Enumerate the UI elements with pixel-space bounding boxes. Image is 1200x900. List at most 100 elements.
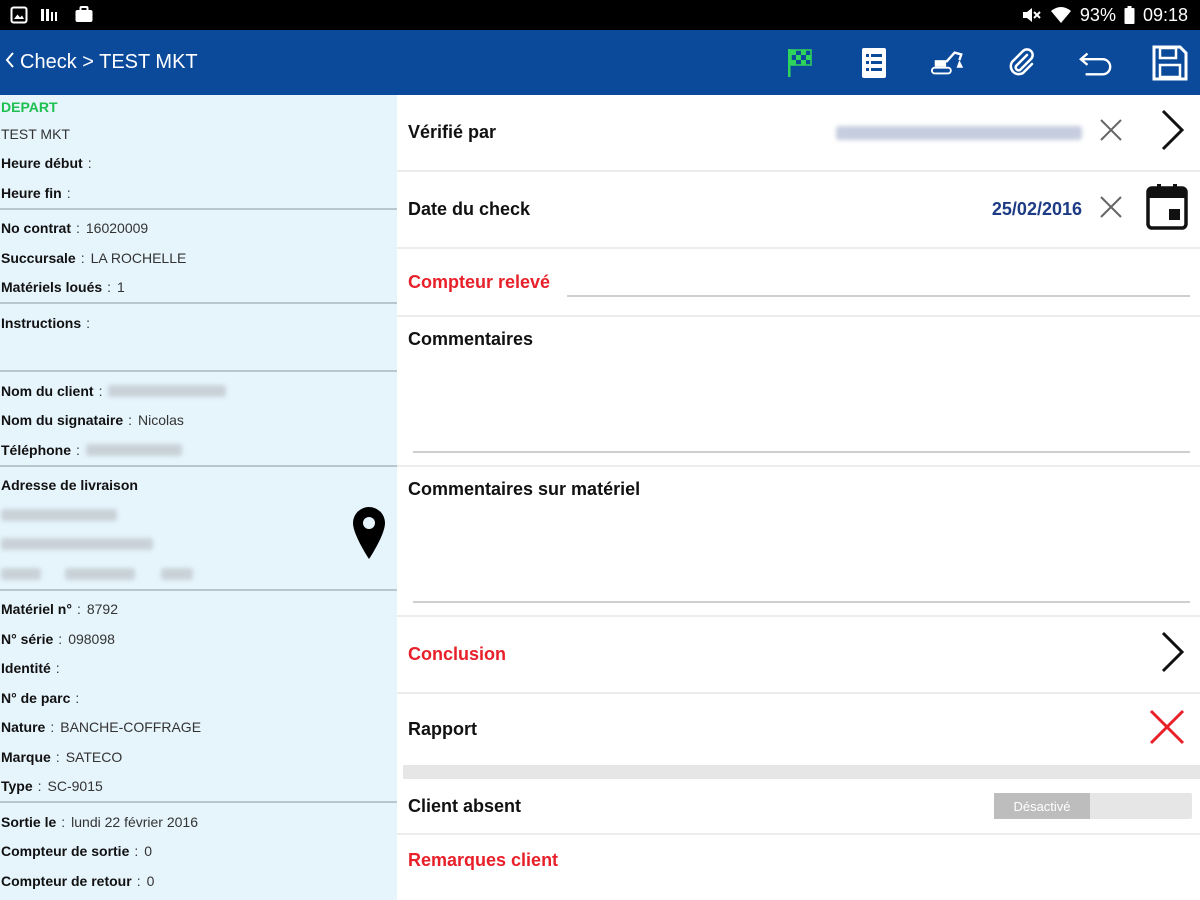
client-section: Nom du client: Nom du signataire: Nicolas…	[0, 372, 397, 467]
address-line-2-redacted	[1, 538, 153, 551]
heure-debut-label: Heure début	[1, 155, 83, 172]
commentaires-materiel-label: Commentaires sur matériel	[408, 479, 641, 499]
close-icon	[1149, 709, 1185, 745]
commentaires-input[interactable]	[413, 451, 1190, 453]
materiels-loues-value: 1	[117, 279, 125, 296]
materiel-n-value: 8792	[86, 601, 118, 618]
compteur-sortie-value: 0	[144, 843, 153, 860]
mute-icon	[1020, 6, 1042, 24]
nom-signataire-label: Nom du signataire	[1, 412, 124, 429]
compteur-retour-label: Compteur de retour	[1, 872, 132, 889]
clear-date-button[interactable]	[1098, 194, 1124, 225]
client-absent-toggle[interactable]: Désactivé	[994, 793, 1192, 819]
address-section: Adresse de livraison	[0, 467, 397, 591]
map-pin-button[interactable]	[351, 505, 387, 564]
succursale-value: LA ROCHELLE	[90, 249, 187, 266]
undo-icon	[1079, 52, 1112, 76]
wifi-icon	[1050, 6, 1072, 24]
materiel-n-label: Matériel n°	[1, 601, 72, 618]
chevron-right-icon	[1161, 631, 1185, 673]
identite-label: Identité	[1, 660, 51, 677]
serie-value: 098098	[68, 630, 115, 647]
address-line-1-redacted	[1, 508, 117, 521]
remarques-row[interactable]: Remarques client	[397, 835, 1200, 885]
contrat-label: No contrat	[1, 220, 71, 237]
address-country-redacted	[161, 567, 193, 580]
chevron-right-icon	[1161, 109, 1185, 151]
page-title: Check > TEST MKT	[20, 51, 198, 73]
instructions-section: Instructions:	[0, 304, 397, 372]
address-city-redacted	[65, 567, 135, 580]
calendar-icon	[1146, 184, 1188, 230]
divider-band	[403, 765, 1200, 779]
chevron-left-icon	[4, 50, 16, 75]
telephone-label: Téléphone	[1, 441, 72, 458]
rapport-row[interactable]: Rapport	[397, 694, 1200, 765]
status-bar: 93% 09:18	[0, 0, 1200, 30]
date-label: Date du check	[408, 199, 531, 219]
rapport-remove-button[interactable]	[1148, 708, 1186, 751]
rapport-label: Rapport	[408, 719, 477, 739]
type-label: Type	[1, 778, 33, 795]
instructions-label: Instructions	[1, 314, 82, 331]
conclusion-label: Conclusion	[408, 644, 506, 664]
nature-value: BANCHE-COFFRAGE	[60, 719, 202, 736]
battery-percent: 93%	[1079, 4, 1116, 25]
battery-icon	[1124, 6, 1135, 24]
verifie-par-row[interactable]: Vérifié par	[397, 95, 1200, 172]
commentaires-materiel-row[interactable]: Commentaires sur matériel	[397, 467, 1200, 617]
compteur-sortie-label: Compteur de sortie	[1, 843, 130, 860]
remarques-label: Remarques client	[408, 849, 559, 870]
info-panel: DEPART TEST MKT Heure début: Heure fin: …	[0, 95, 397, 900]
close-icon	[1100, 196, 1122, 218]
check-form: Vérifié par Date du check 25/02/2016 Com…	[397, 95, 1200, 900]
depart-label: DEPART	[1, 99, 58, 115]
dates-section: Sortie le: lundi 22 février 2016 Compteur…	[1, 813, 199, 889]
materiels-loues-label: Matériels loués	[1, 279, 103, 296]
adresse-label: Adresse de livraison	[1, 477, 138, 494]
clock: 09:18	[1142, 4, 1188, 25]
sortie-value: lundi 22 février 2016	[71, 813, 199, 830]
type-value: SC-9015	[47, 778, 103, 795]
project-name: TEST MKT	[1, 125, 70, 142]
verifie-par-value-redacted	[836, 125, 1082, 140]
nom-client-label: Nom du client	[1, 382, 94, 399]
sortie-label: Sortie le	[1, 813, 57, 830]
address-zip-redacted	[1, 567, 41, 580]
verifie-par-chevron-button[interactable]	[1158, 108, 1186, 157]
close-icon	[1100, 119, 1122, 141]
verifie-par-label: Vérifié par	[408, 122, 497, 142]
excavator-icon	[930, 50, 964, 74]
material-section: Matériel n°:8792 N° série:098098 Identit…	[0, 591, 397, 803]
clear-verifie-par-button[interactable]	[1098, 117, 1124, 148]
compteur-releve-row[interactable]: Compteur relevé	[397, 249, 1200, 317]
parc-label: N° de parc	[1, 689, 71, 706]
compteur-releve-input[interactable]	[567, 295, 1190, 297]
heure-fin-label: Heure fin	[1, 184, 62, 201]
client-absent-label: Client absent	[408, 795, 522, 816]
paperclip-icon	[1009, 47, 1034, 75]
compteur-retour-value: 0	[146, 872, 155, 889]
commentaires-row[interactable]: Commentaires	[397, 317, 1200, 467]
conclusion-chevron-button[interactable]	[1158, 630, 1186, 679]
save-button[interactable]	[1152, 45, 1188, 81]
briefcase-icon	[74, 6, 94, 24]
nom-signataire-value: Nicolas	[138, 412, 184, 429]
compteur-releve-label: Compteur relevé	[408, 271, 551, 292]
equipment-button[interactable]	[930, 45, 966, 81]
back-button[interactable]: Check > TEST MKT	[0, 50, 198, 75]
list-button[interactable]	[856, 45, 892, 81]
undo-button[interactable]	[1078, 45, 1114, 81]
checkered-flag-button[interactable]	[782, 45, 818, 81]
contract-section: No contrat:16020009 Succursale: LA ROCHEL…	[0, 210, 397, 304]
attachment-button[interactable]	[1004, 45, 1040, 81]
date-value[interactable]: 25/02/2016	[992, 199, 1082, 220]
app-bar: Check > TEST MKT	[0, 30, 1200, 95]
calendar-button[interactable]	[1146, 183, 1188, 236]
client-absent-row[interactable]: Client absent Désactivé	[397, 779, 1200, 835]
commentaires-materiel-input[interactable]	[413, 601, 1190, 603]
conclusion-row[interactable]: Conclusion	[397, 617, 1200, 694]
signal-bars-icon	[40, 6, 62, 24]
date-row[interactable]: Date du check 25/02/2016	[397, 172, 1200, 249]
marque-label: Marque	[1, 748, 51, 765]
